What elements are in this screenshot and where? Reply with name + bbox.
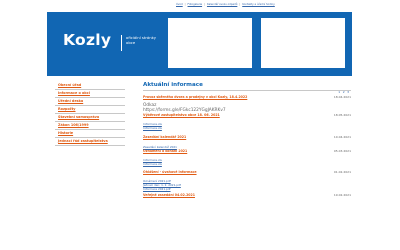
page-link-1[interactable]: 1 [338,90,340,94]
article-date: 19.02.2021 [333,193,351,198]
header-photo-1 [168,18,252,68]
site-header: Kozly oficiální stránky obce [47,12,352,76]
top-links: Úvod | Fotogalerie | Kalendář svozu odpadů | K… [176,3,275,6]
sidebar-item-uredni-deska[interactable]: Úřední deska [55,98,125,106]
article-date: 10.04.2021 [333,134,351,139]
separator: | [184,3,186,6]
main-content: Aktuální informace 1 2 3 Provoz sběrného… [143,82,351,197]
top-link-waste-calendar[interactable]: Kalendář svozu odpadů [207,3,237,6]
article-date: 18.05.2021 [333,113,351,117]
article-date: 05.03.2021 [333,149,351,154]
article-title-link[interactable]: Veřejné zasedání 04.02.2021 [143,193,351,198]
site-logo-text[interactable]: Kozly [63,31,111,49]
attachment-link[interactable]: Informace 2021.pdf [143,187,351,192]
article-item: Oznámení o konání 2021 05.03.2021 Inform… [143,149,351,167]
article-item: Veřejné zasedání 04.02.2021 19.02.2021 [143,193,351,198]
article-date: 18.04.2021 [333,95,351,99]
pagination: 1 2 3 [337,90,349,94]
article-link-block: Odkaz https://forms.gle/FGkc122YGgJAKRKv… [143,103,351,113]
attachment-link[interactable]: Informace.xls [143,126,351,131]
tagline-divider [121,35,122,51]
top-link-home[interactable]: Úvod [176,3,183,6]
article-item: Ohlášení - úvahové informace 01.02.2021 … [143,170,351,191]
article-item: Zasedání kalendář 2021 10.04.2021 Zasedá… [143,135,351,150]
header-photo-2 [261,18,345,68]
page-link-3[interactable]: 3 [347,90,349,94]
sidebar-item-jednaci-rad[interactable]: Jednací řád zastupitelstva [55,138,125,146]
page-title: Aktuální informace [143,82,351,91]
article-item: Výběrové zastupitelstvo obce 18. 06. 202… [143,113,351,131]
sidebar-item-obecni-urad[interactable]: Obecní úřad [55,82,125,90]
page-link-2[interactable]: 2 [343,90,345,94]
sidebar-item-historie[interactable]: Historie [55,130,125,138]
site-tagline: oficiální stránky obce [126,35,156,46]
separator: | [239,3,241,6]
sidebar-item-zakon-106[interactable]: Zákon 106/1999 [55,122,125,130]
sidebar-item-stavebni-samosprava[interactable]: Stavební samospráva [55,114,125,122]
top-link-contacts[interactable]: Kontakty a úřední hodiny [242,3,275,6]
article-date: 01.02.2021 [333,169,351,174]
article-title-link[interactable]: Provoz sběrného dvora a prodejny v obci … [143,95,351,100]
sidebar-item-informace-o-obci[interactable]: Informace o obci [55,90,125,98]
top-link-gallery[interactable]: Fotogalerie [188,3,203,6]
attachment-link[interactable]: Informace.xls [143,162,351,167]
article-item: Provoz sběrného dvora a prodejny v obci … [143,95,351,100]
sidebar-item-rozpocty[interactable]: Rozpočty [55,106,125,114]
separator: | [204,3,205,6]
article-list: Provoz sběrného dvora a prodejny v obci … [143,95,351,198]
sidebar-nav: Obecní úřad Informace o obci Úřední desk… [55,82,125,146]
